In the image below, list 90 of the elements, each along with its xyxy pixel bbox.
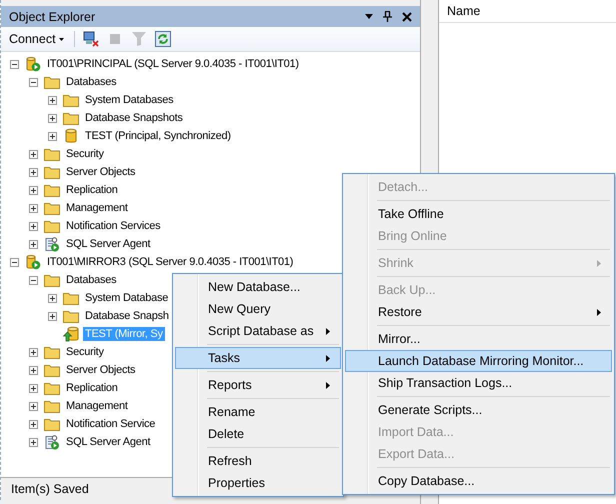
folder-icon — [44, 165, 60, 179]
agent-icon — [44, 434, 60, 450]
tree-item[interactable]: Replication — [64, 381, 120, 395]
tree-item[interactable]: IT001\MIRROR3 (SQL Server 9.0.4035 - IT001\IT01) — [45, 255, 296, 269]
tree-item[interactable]: Database Snapsh — [83, 309, 171, 323]
folder-icon — [44, 201, 60, 215]
folder-icon — [44, 273, 60, 287]
menu-item[interactable]: Mirror... — [345, 328, 612, 350]
expand-icon[interactable] — [48, 114, 57, 122]
collapse-icon[interactable] — [29, 276, 38, 284]
close-icon[interactable] — [402, 12, 412, 22]
collapse-icon[interactable] — [29, 78, 38, 86]
menu-item[interactable]: Reports — [175, 374, 341, 396]
panel-title: Object Explorer — [9, 10, 96, 24]
dropdown-icon[interactable] — [365, 14, 373, 19]
tree-item[interactable]: IT001\PRINCIPAL (SQL Server 9.0.4035 - IT001\IT01) — [45, 57, 301, 71]
expand-icon[interactable] — [29, 420, 38, 428]
expand-icon[interactable] — [48, 294, 57, 302]
tree-item[interactable]: Security — [64, 345, 106, 359]
expand-icon[interactable] — [29, 402, 38, 410]
tree-item[interactable]: SQL Server Agent — [64, 435, 152, 449]
folder-icon — [44, 147, 60, 161]
tree-item[interactable]: SQL Server Agent — [64, 237, 152, 251]
tree-item[interactable]: Notification Services — [64, 219, 162, 233]
tree-item[interactable]: Databases — [64, 273, 118, 287]
refresh-icon[interactable] — [154, 31, 171, 47]
expand-icon[interactable] — [29, 168, 38, 176]
column-header[interactable]: Name — [439, 0, 616, 23]
menu-item[interactable]: Generate Scripts... — [345, 399, 612, 421]
menu-item[interactable]: Take Offline — [345, 203, 612, 225]
expand-icon[interactable] — [29, 150, 38, 158]
folder-icon — [44, 183, 60, 197]
tree-item[interactable]: Notification Service — [64, 417, 158, 431]
expand-icon[interactable] — [29, 366, 38, 374]
expand-icon[interactable] — [48, 132, 57, 140]
folder-icon — [63, 111, 79, 125]
expand-icon[interactable] — [29, 186, 38, 194]
tree-item[interactable]: System Database — [83, 291, 170, 305]
expand-icon[interactable] — [48, 96, 57, 104]
tree-item[interactable]: TEST (Principal, Synchronized) — [83, 129, 233, 143]
database-icon — [63, 128, 79, 144]
connect-button[interactable]: Connect — [7, 32, 66, 46]
menu-item[interactable]: Refresh — [175, 450, 341, 472]
tree-item[interactable]: Management — [64, 399, 130, 413]
collapse-icon[interactable] — [10, 60, 19, 68]
menu-item[interactable]: Properties — [175, 472, 341, 494]
menu-item[interactable]: Tasks — [175, 347, 341, 369]
expand-icon[interactable] — [29, 222, 38, 230]
menu-item[interactable]: Launch Database Mirroring Monitor... — [345, 350, 612, 372]
folder-icon — [44, 399, 60, 413]
expand-icon[interactable] — [29, 204, 38, 212]
tree-item[interactable]: System Databases — [83, 93, 176, 107]
tree-item[interactable]: Security — [64, 147, 106, 161]
tree-item[interactable]: Replication — [64, 183, 120, 197]
database-up-arrow-icon — [63, 326, 79, 342]
menu-item[interactable]: New Database... — [175, 276, 341, 298]
folder-icon — [44, 345, 60, 359]
menu-item[interactable]: Delete — [175, 423, 341, 445]
agent-icon — [44, 236, 60, 252]
menu-item[interactable]: Restore — [345, 301, 612, 323]
expand-icon[interactable] — [29, 240, 38, 248]
menu-item[interactable]: Copy Database... — [345, 470, 612, 492]
menu-item[interactable]: Script Database as — [175, 320, 341, 342]
expand-icon[interactable] — [48, 312, 57, 320]
menu-item[interactable]: New Query — [175, 298, 341, 320]
tree-item[interactable]: Server Objects — [64, 165, 138, 179]
folder-icon — [63, 291, 79, 305]
folder-icon — [44, 75, 60, 89]
folder-icon — [63, 309, 79, 323]
folder-icon — [44, 381, 60, 395]
expand-icon[interactable] — [29, 438, 38, 446]
server-icon — [25, 254, 41, 270]
folder-icon — [44, 417, 60, 431]
tree-item[interactable]: Management — [64, 201, 130, 215]
menu-item[interactable]: Ship Transaction Logs... — [345, 372, 612, 394]
tree-item[interactable]: Databases — [64, 75, 118, 89]
collapse-icon[interactable] — [10, 258, 19, 266]
expand-icon[interactable] — [29, 348, 38, 356]
caret-icon — [58, 38, 64, 40]
server-icon — [25, 56, 41, 72]
expand-icon[interactable] — [29, 384, 38, 392]
tree-item[interactable]: Database Snapshots — [83, 111, 185, 125]
menu-item[interactable]: Rename — [175, 401, 341, 423]
folder-icon — [44, 219, 60, 233]
folder-icon — [63, 93, 79, 107]
tree-item[interactable]: Server Objects — [64, 363, 138, 377]
pin-icon[interactable] — [383, 11, 392, 22]
computer-icon[interactable] — [82, 31, 99, 47]
status-text: Item(s) Saved — [11, 482, 89, 496]
folder-icon — [44, 363, 60, 377]
